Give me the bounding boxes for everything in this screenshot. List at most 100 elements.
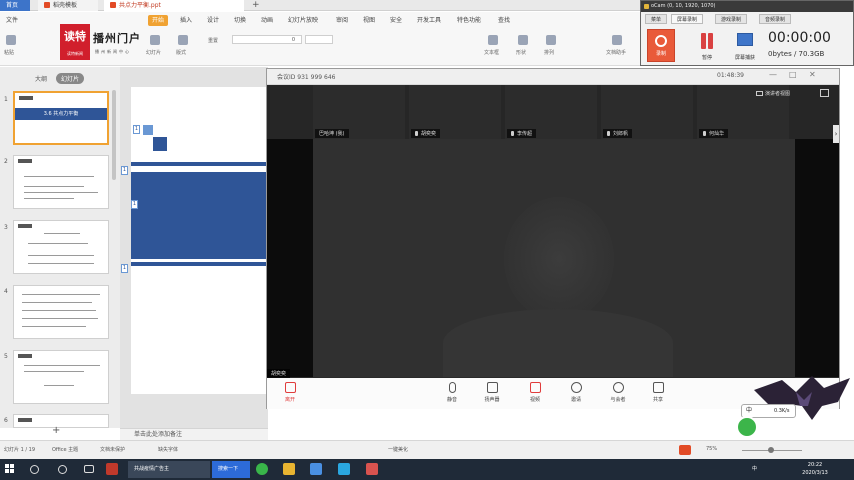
menu-insert[interactable]: 插入 (180, 15, 192, 26)
tab-slides[interactable]: 幻灯片 (56, 73, 85, 84)
thumb-header (18, 354, 32, 358)
minimize-icon[interactable]: — (769, 70, 777, 79)
maximize-icon[interactable]: □ (789, 70, 797, 79)
participant-tile[interactable]: 刘郎帆 (601, 85, 693, 139)
menu-features[interactable]: 特色功能 (457, 15, 481, 26)
mute-button[interactable]: 静音 (437, 382, 467, 403)
zoom-slider-handle[interactable] (768, 447, 774, 453)
windows-start-icon[interactable] (5, 464, 15, 474)
menu-home[interactable]: 开始 (148, 15, 169, 26)
tab-home[interactable]: 首页 (0, 0, 30, 11)
ocam-tab-screen[interactable]: 屏幕录制 (671, 14, 704, 24)
new-slide-icon[interactable] (150, 35, 160, 45)
meeting-stage: 巴哈坤 (我) 胡奕奕 李传超 刘郎帆 何灿华 演讲者视图 › 胡奕奕 (267, 85, 839, 378)
shape-icon[interactable] (518, 35, 528, 45)
share-button[interactable]: 共享 (643, 382, 673, 403)
status-theme[interactable]: Office 主题 (52, 446, 78, 453)
participants-icon (612, 382, 624, 393)
pause-icon (708, 33, 713, 49)
layout-icon[interactable] (178, 35, 188, 45)
close-icon[interactable]: ✕ (809, 70, 816, 79)
ribbon-label-reset[interactable]: 重置 (208, 37, 218, 44)
participant-strip: 巴哈坤 (我) 胡奕奕 李传超 刘郎帆 何灿华 演讲者视图 (267, 85, 839, 139)
leave-button[interactable]: 离开 (275, 382, 305, 403)
ocam-tab-menu[interactable]: 菜单 (645, 14, 668, 24)
tab-ppt-file[interactable]: 共点力平衡.ppt (104, 0, 244, 11)
textbox-icon[interactable] (488, 35, 498, 45)
ocam-tab-audio[interactable]: 音频录制 (759, 14, 792, 24)
participant-tile[interactable]: 巴哈坤 (我) (313, 85, 405, 139)
zoom-level[interactable]: 75% (706, 446, 717, 452)
menu-review[interactable]: 审阅 (336, 15, 348, 26)
new-tab-plus-icon[interactable]: + (252, 0, 260, 11)
menu-devtools[interactable]: 开发工具 (417, 15, 441, 26)
record-icon (655, 35, 667, 47)
cortana-icon[interactable] (58, 465, 67, 474)
slideshow-play-icon[interactable] (679, 445, 691, 455)
ocam-record-button[interactable]: 录制 (647, 29, 675, 62)
participants-button[interactable]: 与会者 (603, 382, 633, 403)
slide-thumb-6[interactable] (13, 414, 109, 428)
fullscreen-icon[interactable] (820, 89, 829, 97)
ocam-pause-button[interactable]: 暂停 (693, 29, 721, 62)
menu-search[interactable]: 查找 (498, 15, 510, 26)
letterbox-left (267, 139, 313, 377)
animation-marker[interactable]: 1 (133, 125, 140, 134)
notes-area[interactable]: 单击此处添加备注 (120, 428, 268, 440)
slide-thumb-1[interactable]: 3.6 共点力平衡 (13, 91, 109, 145)
speed-ball-icon[interactable] (736, 416, 758, 438)
speaker-button[interactable]: 扬声器 (477, 382, 507, 403)
paste-icon[interactable] (6, 35, 16, 45)
slide-thumb-2[interactable] (13, 155, 109, 209)
font-size-select[interactable] (305, 35, 333, 44)
meeting-app-icon[interactable] (338, 463, 350, 475)
status-font[interactable]: 缺失字体 (158, 446, 178, 453)
slide-thumb-5[interactable] (13, 350, 109, 404)
animation-marker[interactable]: 1 (131, 200, 138, 209)
presenter-view-button[interactable]: 演讲者视图 (756, 90, 790, 97)
menu-animation[interactable]: 动画 (261, 15, 273, 26)
menu-view[interactable]: 视图 (363, 15, 375, 26)
app-icon[interactable] (106, 463, 118, 475)
folder-icon[interactable] (283, 463, 295, 475)
slide-thumb-3[interactable] (13, 220, 109, 274)
taskbar-search-task[interactable]: 搜索一下 (212, 461, 250, 478)
mail-icon[interactable] (310, 463, 322, 475)
status-bar: 幻灯片 1 / 19 Office 主题 文档未保护 缺失字体 一键美化 75% (0, 440, 854, 459)
lang-indicator[interactable]: 中 (752, 461, 757, 478)
invite-button[interactable]: 邀请 (561, 382, 591, 403)
participant-tile[interactable]: 胡奕奕 (409, 85, 501, 139)
browser-icon[interactable] (256, 463, 268, 475)
animation-marker[interactable]: 1 (121, 264, 128, 273)
participant-tile[interactable]: 李传超 (505, 85, 597, 139)
share-label: 共享 (652, 397, 663, 403)
search-icon[interactable] (30, 465, 39, 474)
tab-docer[interactable]: 稻壳模板 (38, 0, 98, 11)
menu-slideshow[interactable]: 幻灯片放映 (288, 15, 318, 26)
animation-marker[interactable]: 1 (121, 166, 128, 175)
beautify-button[interactable]: 一键美化 (388, 446, 408, 453)
meeting-id: 会议ID 931 999 646 (277, 74, 336, 81)
font-size-box[interactable]: 0 (232, 35, 302, 44)
slide-thumb-4[interactable] (13, 285, 109, 339)
add-slide-plus-icon[interactable]: + (52, 425, 60, 436)
ocam-capture-button[interactable]: 屏幕捕获 (731, 29, 759, 62)
slide-stripe-bottom (131, 262, 268, 266)
menu-security[interactable]: 安全 (390, 15, 402, 26)
doc-assistant-icon[interactable] (612, 35, 622, 45)
wps-app-icon[interactable] (366, 463, 378, 475)
status-protect[interactable]: 文档未保护 (100, 446, 125, 453)
clock[interactable]: 20:22 2020/3/13 (795, 461, 835, 477)
task-view-icon[interactable] (84, 465, 94, 473)
menu-design[interactable]: 设计 (207, 15, 219, 26)
thumb-line (44, 233, 80, 234)
menu-transition[interactable]: 切换 (234, 15, 246, 26)
arrange-icon[interactable] (546, 35, 556, 45)
ocam-tab-game[interactable]: 游戏录制 (715, 14, 748, 24)
panel-scrollbar[interactable] (112, 90, 116, 180)
taskbar-task[interactable]: 共战疫情广告主 (128, 461, 210, 478)
tab-outline[interactable]: 大纲 (30, 73, 52, 84)
menu-file[interactable]: 文件 (6, 15, 18, 26)
video-button[interactable]: 视频 (520, 382, 550, 403)
next-page-chevron-icon[interactable]: › (833, 125, 839, 143)
